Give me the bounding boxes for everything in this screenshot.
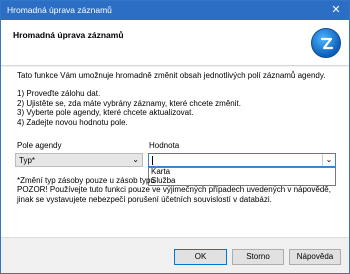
field-select[interactable]: Typ* ⌄: [15, 153, 143, 167]
dialog-heading: Hromadná úprava záznamů: [13, 30, 124, 40]
button-bar: OK Storno Nápověda: [1, 237, 349, 273]
warning-text: POZOR! Používejte tuto funkci pouze ve v…: [17, 185, 331, 204]
title-bar: Hromadná úprava záznamů ✕: [1, 1, 349, 20]
value-label: Hodnota: [149, 141, 180, 150]
dropdown-option-karta[interactable]: Karta: [149, 167, 335, 177]
value-combobox[interactable]: ⌄: [148, 153, 336, 167]
intro-text: Tato funkce Vám umožnuje hromadně změnit…: [17, 71, 326, 80]
step-item: 3) Vyberte pole agendy, které chcete akt…: [17, 108, 194, 117]
window-title: Hromadná úprava záznamů: [7, 5, 112, 15]
field-label: Pole agendy: [17, 141, 62, 150]
chevron-down-icon[interactable]: ⌄: [322, 154, 335, 166]
type-note: *Změní typ zásoby pouze u zásob typu: [17, 176, 155, 185]
dialog-window: Hromadná úprava záznamů ✕ Hromadná úprav…: [0, 0, 350, 274]
dialog-header: Hromadná úprava záznamů: [1, 20, 349, 66]
dropdown-option-sluzba[interactable]: Služba: [149, 176, 335, 186]
text-caret: [152, 156, 153, 165]
chevron-down-icon[interactable]: ⌄: [132, 155, 139, 164]
help-button[interactable]: Nápověda: [289, 249, 341, 265]
dialog-content: Tato funkce Vám umožnuje hromadně změnit…: [1, 67, 349, 237]
logo-arrow-icon: [320, 37, 334, 50]
field-select-value: Typ*: [19, 156, 36, 165]
step-item: 1) Proveďte zálohu dat.: [17, 89, 101, 98]
steps-list: 1) Proveďte zálohu dat. 2) Ujistěte se, …: [17, 89, 241, 127]
step-item: 2) Ujistěte se, zda máte vybrány záznamy…: [17, 98, 241, 108]
step-item: 4) Zadejte novou hodnotu pole.: [17, 117, 128, 127]
ok-button[interactable]: OK: [174, 249, 227, 265]
cancel-button[interactable]: Storno: [232, 249, 284, 265]
close-icon[interactable]: ✕: [329, 3, 343, 17]
value-dropdown-list: Karta Služba: [148, 167, 336, 186]
money-s3-logo-icon: [311, 28, 341, 58]
